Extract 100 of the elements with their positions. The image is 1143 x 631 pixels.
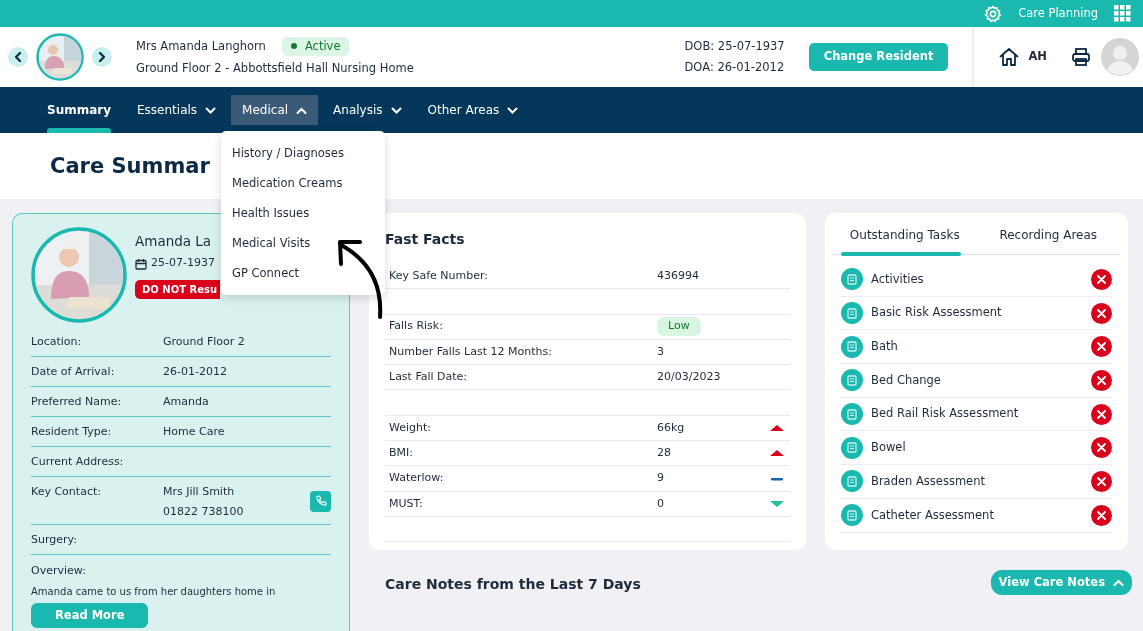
menu-item[interactable]: GP Connect: [232, 258, 300, 288]
overview-text: Amanda came to us from her daughters home in: [31, 584, 277, 599]
close-icon: [1097, 342, 1106, 352]
task-name[interactable]: Bed Rail Risk Assessment: [871, 405, 1019, 423]
chevron-right-icon: [98, 52, 106, 62]
field-label: Location:: [31, 334, 83, 350]
task-name[interactable]: Braden Assessment: [871, 472, 985, 491]
fact-value: 9: [657, 470, 664, 487]
close-icon: [1097, 409, 1106, 419]
remove-button[interactable]: [1091, 336, 1112, 358]
task-name[interactable]: Activities: [871, 270, 924, 288]
task-name[interactable]: Bowel: [871, 439, 906, 457]
menu-item[interactable]: Health Issues: [232, 198, 310, 228]
field-label: Resident Type:: [31, 424, 113, 440]
next-button[interactable]: [92, 47, 112, 67]
task-name[interactable]: Bed Change: [871, 371, 941, 390]
profile-name: Amanda La: [135, 232, 213, 251]
home-icon[interactable]: [998, 47, 1021, 67]
fact-value: 66kg: [657, 419, 685, 436]
remove-button[interactable]: [1091, 403, 1112, 425]
fact-value: 436994: [657, 267, 699, 284]
menu-item[interactable]: History / Diagnoses: [232, 138, 344, 168]
menu-item[interactable]: Medication Creams: [232, 168, 343, 198]
date-of-birth: 25-07-1937: [151, 255, 215, 272]
field-label: Preferred Name:: [31, 394, 123, 410]
resident-location: Ground Floor 2 - Abbottsfield Hall Nursing Home: [136, 60, 414, 77]
task-name[interactable]: Basic Risk Assessment: [871, 304, 1002, 322]
overview-label: Overview:: [31, 563, 87, 579]
field-label: Date of Arrival:: [31, 364, 116, 380]
field-value: Amanda: [163, 394, 210, 410]
task-icon: [841, 268, 863, 291]
dob-text: DOB: 25-07-1937: [684, 37, 785, 55]
field-value: Mrs Jill Smith: [163, 484, 236, 500]
status-badge: Active: [281, 36, 350, 56]
fact-label: Weight:: [389, 419, 433, 436]
chevron-up-icon: [1113, 579, 1124, 587]
phone-icon: [314, 495, 327, 507]
section-title: Care Notes from the Last 7 Days: [384, 575, 642, 594]
close-icon: [1097, 443, 1106, 453]
fact-value: 3: [657, 343, 664, 360]
close-icon: [1097, 375, 1106, 385]
chevron-down-icon: [205, 106, 217, 114]
remove-button[interactable]: [1091, 504, 1112, 526]
task-icon: [841, 403, 863, 426]
risk-badge: Low: [657, 317, 701, 336]
card-tab[interactable]: Outstanding Tasks: [833, 213, 977, 254]
nav-tab[interactable]: Other Areas: [416, 87, 530, 133]
field-label: Current Address:: [31, 454, 125, 470]
fact-label: Falls Risk:: [389, 318, 444, 335]
remove-button[interactable]: [1091, 369, 1112, 391]
fact-value: 20/03/2023: [657, 369, 721, 386]
task-icon: [841, 302, 863, 325]
chevron-down-icon: [390, 106, 402, 114]
fact-label: Last Fall Date:: [389, 369, 469, 386]
card-title: Fast Facts: [385, 230, 466, 249]
trend-up-icon: [770, 449, 784, 458]
task-icon: [841, 470, 863, 493]
field-label: Surgery:: [31, 532, 78, 548]
chevron-down-icon: [507, 106, 519, 114]
doa-text: DOA: 26-01-2012: [684, 59, 785, 76]
menu-item[interactable]: Medical Visits: [232, 228, 311, 258]
fact-label: Waterlow:: [389, 470, 445, 487]
close-icon: [1097, 476, 1106, 486]
task-icon: [841, 335, 863, 358]
printer-icon[interactable]: [1071, 47, 1091, 67]
fact-label: BMI:: [389, 444, 414, 461]
field-value: 26-01-2012: [163, 364, 228, 380]
remove-button[interactable]: [1091, 437, 1112, 459]
resident-name: Mrs Amanda Langhorn: [136, 37, 266, 55]
task-icon: [841, 369, 863, 392]
trend-up-icon: [770, 423, 784, 432]
nav-tab[interactable]: Summary: [36, 87, 123, 133]
close-icon: [1097, 510, 1106, 520]
card-tab[interactable]: Recording Areas: [976, 213, 1120, 254]
fact-label: Number Falls Last 12 Months:: [389, 343, 553, 360]
user-initials: AH: [1028, 48, 1047, 66]
field-value: Home Care: [163, 424, 226, 440]
remove-button[interactable]: [1091, 470, 1112, 492]
nav-tab[interactable]: Analysis: [322, 87, 413, 133]
task-name[interactable]: Catheter Assessment: [871, 506, 994, 524]
alert-badge: DO NOT Resu: [135, 279, 220, 299]
close-icon: [1097, 274, 1106, 284]
trend-down-icon: [770, 499, 784, 508]
field-value: Ground Floor 2: [163, 334, 246, 350]
close-icon: [1097, 308, 1106, 318]
field-label: Key Contact:: [31, 484, 102, 500]
calendar-icon: [135, 257, 147, 270]
task-name[interactable]: Bath: [871, 338, 898, 356]
app-name: Care Planning: [1018, 4, 1098, 22]
chevron-up-icon: [296, 106, 308, 114]
remove-button[interactable]: [1091, 268, 1112, 290]
previous-button[interactable]: [8, 47, 28, 67]
page-title: Care Summar: [50, 154, 210, 178]
task-icon: [841, 436, 863, 459]
remove-button[interactable]: [1091, 302, 1112, 324]
fact-value: 0: [657, 495, 664, 512]
field-value: 01822 738100: [163, 503, 245, 520]
nav-tab[interactable]: Essentials: [126, 87, 228, 133]
fact-label: Key Safe Number:: [389, 267, 489, 284]
chevron-left-icon: [14, 52, 22, 62]
